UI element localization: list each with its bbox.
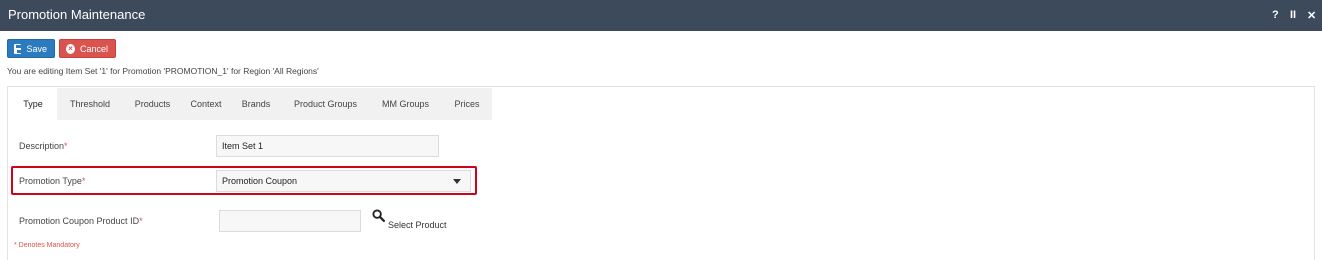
required-marker: *: [64, 141, 68, 151]
editing-message: You are editing Item Set '1' for Promoti…: [7, 66, 319, 76]
search-icon[interactable]: [372, 209, 385, 222]
tab-products[interactable]: Products: [123, 88, 182, 120]
coupon-product-field[interactable]: [219, 210, 361, 232]
required-marker: *: [139, 216, 143, 226]
cancel-icon: ×: [66, 43, 75, 54]
save-button[interactable]: Save: [7, 39, 55, 58]
select-product-link[interactable]: Select Product: [388, 220, 447, 230]
cancel-button-label: Cancel: [79, 43, 108, 54]
pause-icon[interactable]: II: [1290, 9, 1296, 21]
save-button-label: Save: [26, 43, 47, 54]
tab-prices[interactable]: Prices: [442, 88, 492, 120]
help-icon[interactable]: ?: [1272, 9, 1279, 21]
tab-threshold[interactable]: Threshold: [57, 88, 123, 120]
save-icon: [14, 43, 23, 54]
tab-product-groups[interactable]: Product Groups: [282, 88, 369, 120]
coupon-product-label: Promotion Coupon Product ID*: [19, 216, 143, 226]
cancel-button[interactable]: × Cancel: [59, 39, 116, 58]
tab-type[interactable]: Type: [9, 88, 57, 120]
title-bar: Promotion Maintenance ? II ✕: [0, 0, 1322, 31]
tab-brands[interactable]: Brands: [230, 88, 282, 120]
tab-context[interactable]: Context: [182, 88, 230, 120]
close-icon[interactable]: ✕: [1307, 9, 1316, 22]
highlight-box: [11, 166, 477, 195]
mandatory-note: * Denotes Mandatory: [14, 242, 80, 249]
tab-bar: Type Threshold Products Context Brands P…: [9, 88, 492, 120]
description-label: Description*: [19, 141, 68, 151]
description-field[interactable]: Item Set 1: [216, 135, 439, 157]
window-title: Promotion Maintenance: [8, 7, 146, 22]
tab-mm-groups[interactable]: MM Groups: [369, 88, 442, 120]
